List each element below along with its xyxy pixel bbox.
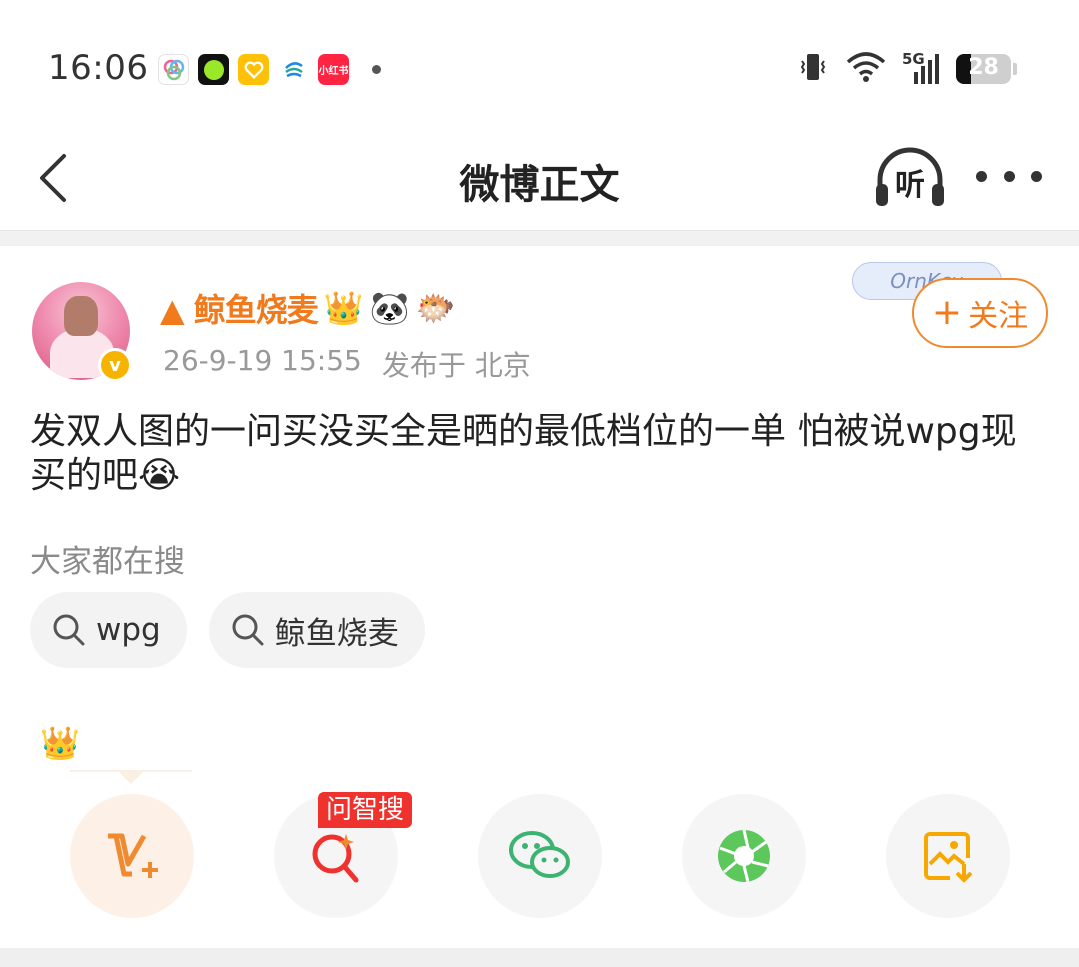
avatar-figure xyxy=(64,296,98,336)
more-dot-icon xyxy=(1031,170,1042,182)
status-right: 5G 28 xyxy=(796,50,1017,88)
moments-icon xyxy=(718,829,770,883)
search-chip-label: 鲸鱼烧麦 xyxy=(274,615,399,652)
photos-icon xyxy=(158,54,189,85)
notification-dot xyxy=(372,65,381,74)
china-mobile-icon xyxy=(278,54,309,85)
panda-badge-icon[interactable]: 🐼 xyxy=(370,292,410,324)
status-app-icons: 小红书 xyxy=(158,54,381,85)
more-dot-icon xyxy=(1003,170,1015,182)
ai-search-tag: 问智搜 xyxy=(318,792,413,828)
green-circle-app-icon xyxy=(198,54,229,85)
xiaohongshu-label: 小红书 xyxy=(318,66,349,77)
battery-level: 28 xyxy=(968,55,999,80)
share-row: 问智搜 xyxy=(0,792,1079,918)
listen-label: 听 xyxy=(895,168,925,203)
follow-button[interactable]: + 关注 xyxy=(912,278,1048,348)
save-image-button[interactable] xyxy=(886,794,1010,918)
nav-bar: 微博正文 听 xyxy=(0,130,1079,230)
username-row: ▲ 鲸鱼烧麦 👑 🐼 🐡 xyxy=(160,286,455,330)
post-meta: 26-9-19 15:55 发布于 北京 xyxy=(163,344,531,384)
crown-badge-icon[interactable]: 👑 xyxy=(324,292,364,324)
status-time: 16:06 xyxy=(48,48,149,88)
verified-badge: v xyxy=(98,348,132,382)
yellow-heart-app-icon xyxy=(238,54,269,85)
v-plus-button[interactable] xyxy=(70,794,194,918)
crown-icon: 👑 xyxy=(40,724,80,762)
battery-icon: 28 xyxy=(956,54,1011,84)
pufferfish-badge-icon[interactable]: 🐡 xyxy=(415,292,455,324)
more-dot-icon xyxy=(976,170,987,182)
post-location: 发布于 北京 xyxy=(381,349,531,382)
search-chip[interactable]: wpg xyxy=(30,592,187,668)
wechat-share-button[interactable] xyxy=(478,794,602,918)
trending-search-chips: wpg 鲸鱼烧麦 xyxy=(30,592,425,668)
vibrate-icon xyxy=(796,50,830,88)
search-icon xyxy=(232,614,264,646)
bottom-divider xyxy=(0,948,1079,967)
status-bar: 16:06 小红书 5G 28 xyxy=(0,0,1079,130)
ai-search-icon xyxy=(312,834,359,883)
save-image-icon xyxy=(924,832,973,883)
moments-share-button[interactable] xyxy=(682,794,806,918)
listen-button[interactable]: 听 xyxy=(872,146,948,210)
cellular-signal-icon: 5G xyxy=(902,50,942,86)
section-divider xyxy=(0,230,1079,246)
wechat-icon xyxy=(509,831,570,878)
post-date: 26-9-19 15:55 xyxy=(163,344,362,377)
search-chip-label: wpg xyxy=(96,612,161,648)
username[interactable]: ▲ 鲸鱼烧麦 xyxy=(160,285,319,331)
xiaohongshu-icon: 小红书 xyxy=(318,54,349,85)
post-text: 发双人图的一问买没买全是晒的最低档位的一单 怕被说wpg现买的吧😭 xyxy=(30,411,1017,496)
tooltip-pointer xyxy=(119,772,143,784)
trending-search-label: 大家都在搜 xyxy=(30,544,185,580)
plus-icon: + xyxy=(931,292,963,333)
more-button[interactable] xyxy=(976,156,1042,196)
wifi-icon xyxy=(844,50,888,88)
battery-cap xyxy=(1013,63,1017,75)
search-icon xyxy=(53,614,85,646)
follow-label: 关注 xyxy=(968,299,1029,334)
search-chip[interactable]: 鲸鱼烧麦 xyxy=(208,592,425,668)
v-plus-icon xyxy=(108,833,158,878)
